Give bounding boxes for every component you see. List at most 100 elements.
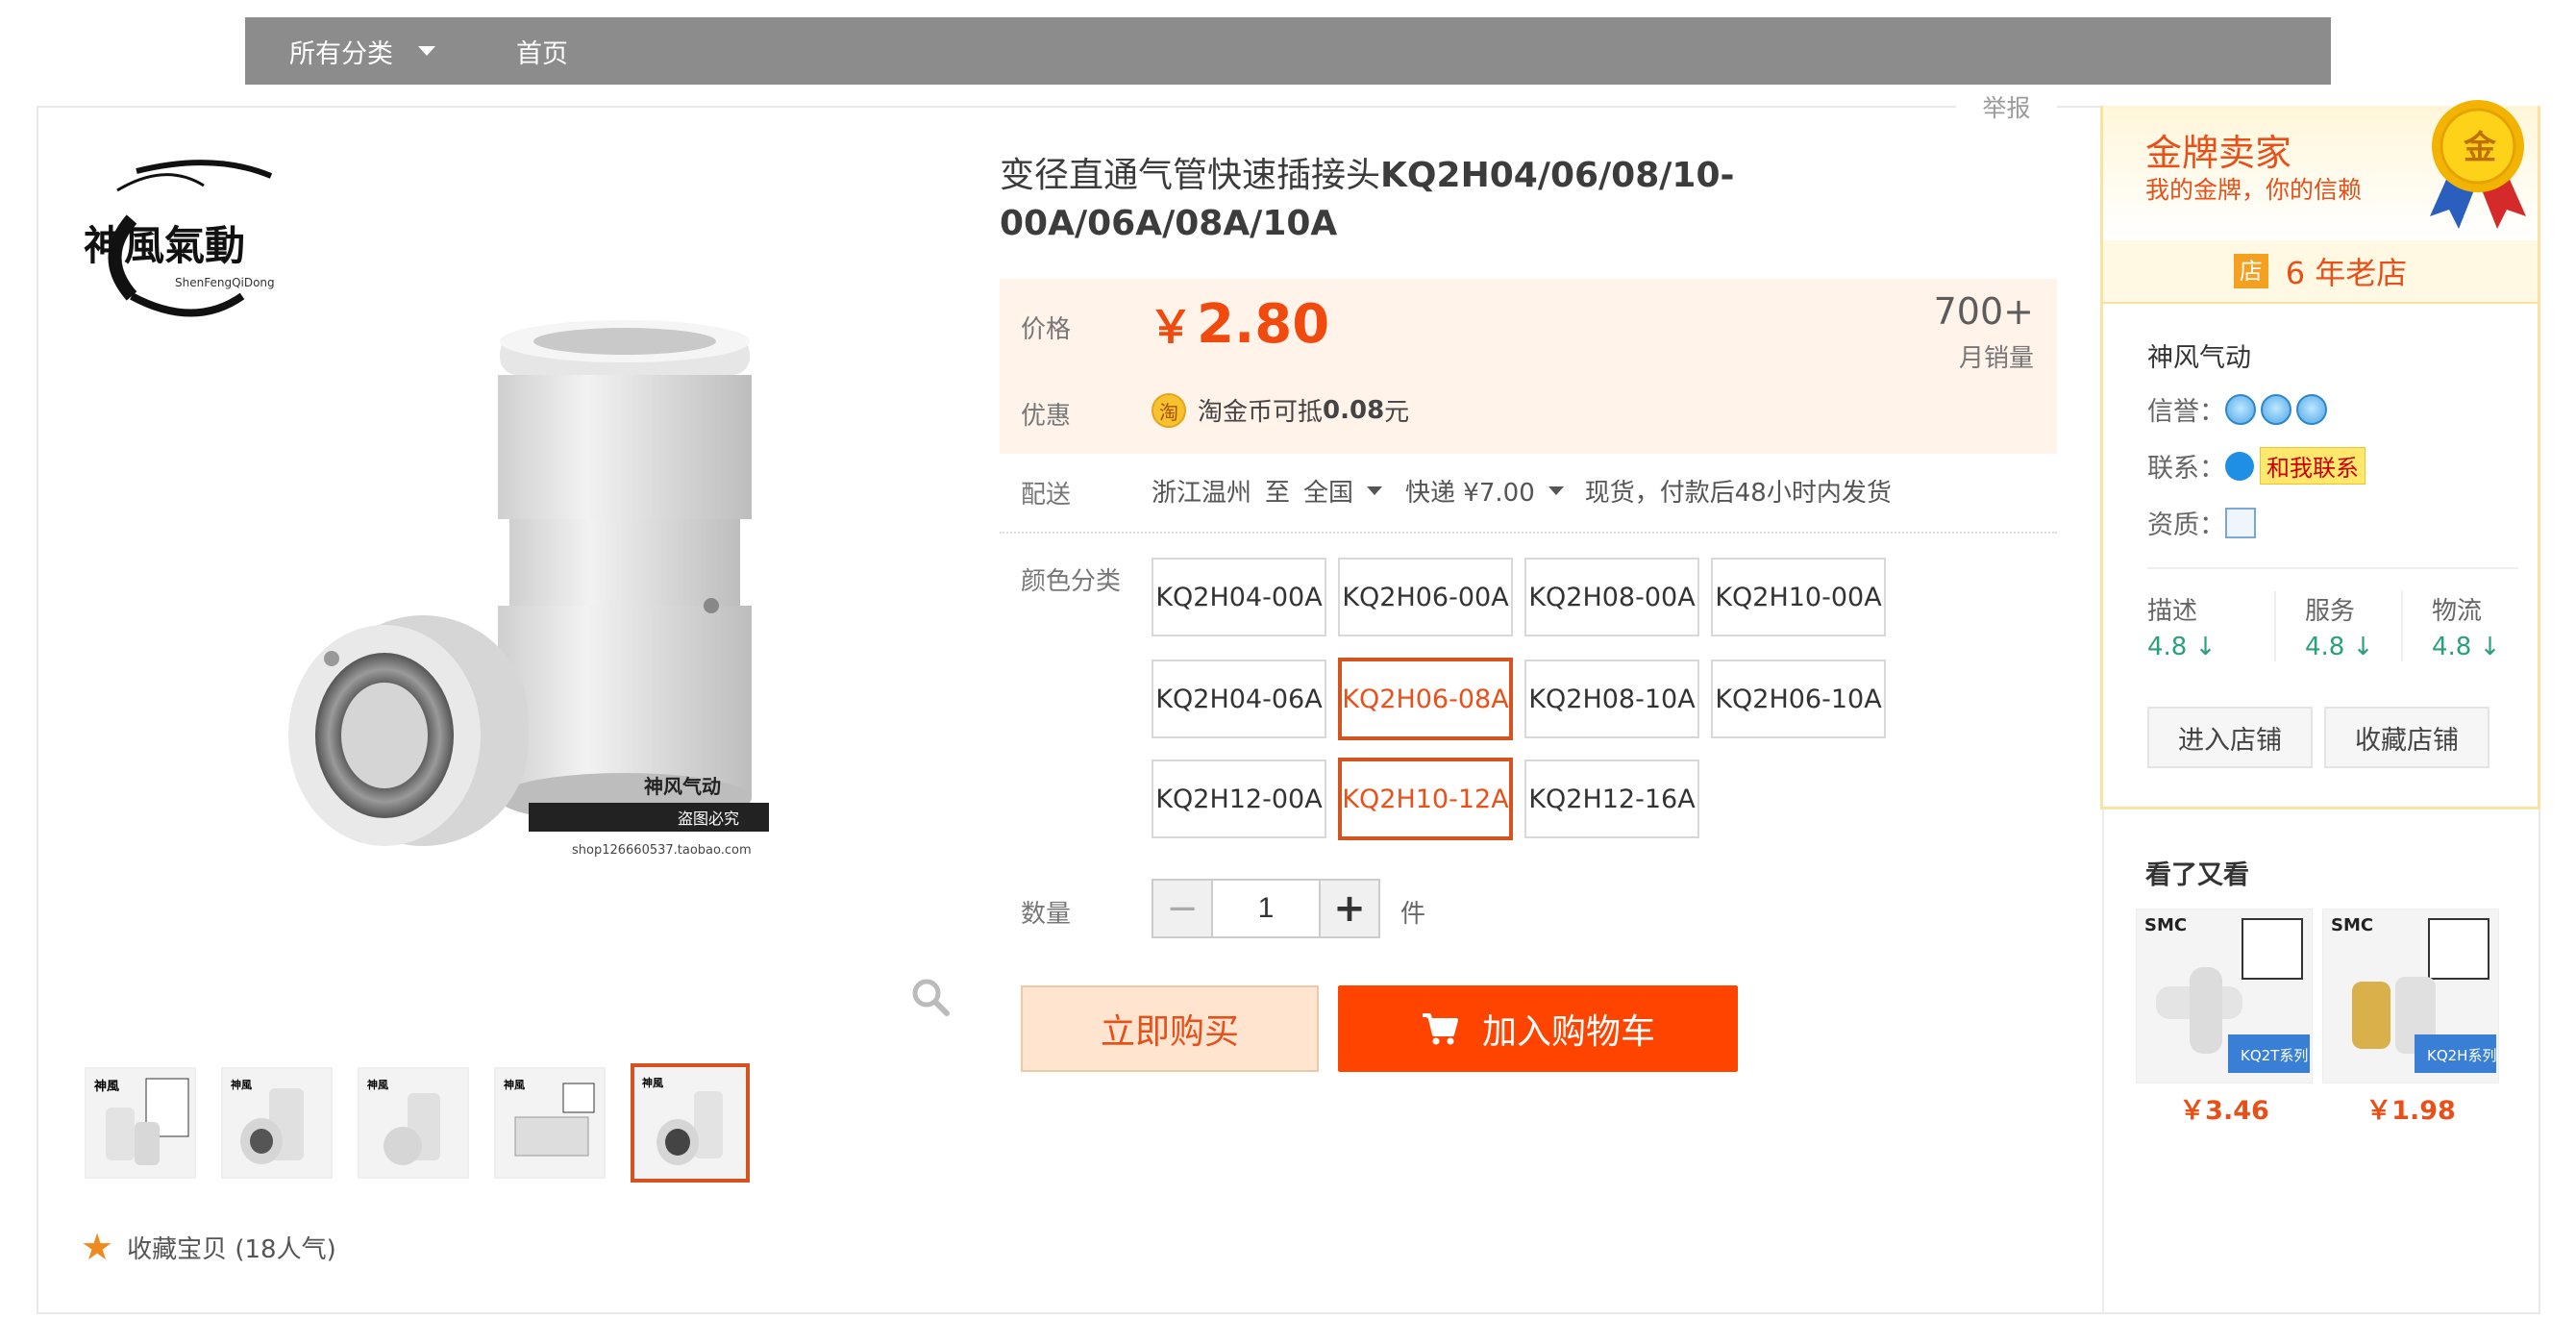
svg-text:神風: 神風 [504, 1078, 525, 1091]
favorite-item-button[interactable]: ★ 收藏宝贝 (18人气) [81, 1226, 336, 1268]
sku-option-selected[interactable]: KQ2H10-12A [1338, 758, 1513, 840]
thumbnail-5-selected[interactable]: 神風 [631, 1063, 750, 1183]
gold-seller-title: 金牌卖家 [2145, 132, 2292, 174]
logo-text-en: ShenFengQiDong [175, 276, 275, 289]
medal-text: 金 [2463, 129, 2497, 167]
sku-label: 颜色分类 [1021, 567, 1122, 596]
sku-option[interactable]: KQ2H08-10A [1524, 660, 1699, 738]
shipping-row: 配送 浙江温州 至 全国 快递 ¥7.00 现货，付款后48小时内发货 [1000, 471, 2057, 534]
price-value: ￥2.80 [1149, 293, 1330, 356]
enter-shop-button[interactable]: 进入店铺 [2147, 707, 2313, 768]
price-box: 价格 ￥2.80 700+ 月销量 优惠 淘 淘金币可抵 0.08 元 [1000, 279, 2057, 454]
divider [2147, 567, 2518, 569]
chevron-down-icon [1548, 486, 1564, 495]
sku-option[interactable]: KQ2H08-00A [1524, 558, 1699, 636]
image-watermark-warning: 盗图必究 [678, 809, 739, 828]
promo-text: 淘 淘金币可抵 0.08 元 [1152, 392, 1409, 428]
also-viewed-title: 看了又看 [2145, 860, 2249, 890]
quantity-decrease-button[interactable]: − [1153, 881, 1213, 936]
price-label: 价格 [1021, 315, 1072, 344]
also-viewed-price: ￥3.46 [2179, 1096, 2269, 1126]
score-service: 服务 4.8 ↓ [2274, 591, 2401, 661]
svg-text:SMC: SMC [2144, 915, 2187, 935]
sku-option[interactable]: KQ2H12-00A [1152, 760, 1326, 838]
promo-amount: 0.08 [1323, 395, 1385, 425]
add-to-cart-button[interactable]: 加入购物车 [1338, 985, 1738, 1072]
qualification-row: 资质： [2147, 504, 2256, 541]
chevron-down-icon [1367, 486, 1383, 495]
thumbnail-2[interactable]: 神風 [221, 1067, 333, 1179]
crown-icon [2225, 393, 2256, 425]
sku-option[interactable]: KQ2H10-00A [1711, 558, 1886, 636]
sku-option[interactable]: KQ2H12-16A [1524, 760, 1699, 838]
star-icon: ★ [81, 1226, 114, 1268]
product-title-prefix: 变径直通气管快速插接头 [1000, 156, 1381, 195]
thumbnail-strip: 神風 神風 神風 神風 神風 [85, 1063, 750, 1183]
svg-text:神風: 神風 [94, 1079, 119, 1094]
destination-dropdown[interactable]: 全国 [1303, 473, 1383, 509]
logo-text-cn: 神風氣動 [84, 222, 245, 269]
svg-text:KQ2H系列: KQ2H系列 [2427, 1047, 2496, 1064]
gold-seller-header: 金牌卖家 我的金牌，你的信赖 金 [2103, 100, 2538, 240]
product-main-image: 神风气动 盗图必究 shop126660537.taobao.com [288, 320, 769, 858]
svg-text:神風: 神風 [367, 1078, 388, 1091]
shopping-cart-icon [1422, 1013, 1458, 1045]
all-categories-menu[interactable]: 所有分类 [289, 33, 435, 70]
thumbnail-4[interactable]: 神風 [494, 1067, 606, 1179]
quantity-input[interactable] [1213, 881, 1319, 936]
shop-scores: 描述 4.8 ↓ 服务 4.8 ↓ 物流 4.8 ↓ [2147, 591, 2528, 661]
also-viewed-item[interactable]: SMC KQ2H系列 ￥1.98 [2322, 909, 2499, 1127]
quantity-increase-button[interactable]: + [1319, 881, 1378, 936]
svg-text:SMC: SMC [2331, 915, 2373, 935]
quantity-stepper: − + [1152, 879, 1380, 938]
shipping-origin: 浙江温州 [1152, 479, 1252, 508]
svg-text:神風: 神風 [642, 1076, 663, 1089]
sku-option[interactable]: KQ2H04-00A [1152, 558, 1326, 636]
gold-medal-icon: 金 [2430, 100, 2526, 229]
chevron-down-icon [418, 46, 435, 56]
shipping-to: 至 [1265, 479, 1291, 508]
top-navigation: 所有分类 首页 [245, 17, 2331, 85]
promo-label: 优惠 [1021, 402, 1072, 431]
also-viewed-image: SMC KQ2H系列 [2322, 909, 2499, 1083]
shipping-method-dropdown[interactable]: 快递 ¥7.00 [1405, 473, 1564, 509]
all-categories-label: 所有分类 [289, 38, 393, 69]
sku-option[interactable]: KQ2H06-00A [1338, 558, 1513, 636]
certificate-icon[interactable] [2225, 507, 2256, 538]
home-link[interactable]: 首页 [516, 33, 568, 70]
crown-icon [2296, 393, 2327, 425]
favorite-text: 收藏宝贝 (18人气) [127, 1234, 336, 1264]
product-title: 变径直通气管快速插接头KQ2H04/06/08/10-00A/06A/08A/1… [1000, 152, 2047, 248]
zoom-icon[interactable] [909, 976, 952, 1018]
contact-seller-button[interactable]: 和我联系 [2260, 447, 2365, 485]
sku-option[interactable]: KQ2H06-10A [1711, 660, 1886, 738]
wangwang-icon[interactable] [2225, 451, 2254, 481]
gold-seller-subtitle: 我的金牌，你的信赖 [2145, 176, 2363, 204]
taojinbi-coin-icon: 淘 [1152, 392, 1186, 428]
thumbnail-3[interactable]: 神風 [358, 1067, 469, 1179]
also-viewed-price: ￥1.98 [2365, 1096, 2456, 1126]
shop-name[interactable]: 神风气动 [2147, 336, 2251, 374]
crown-icon [2261, 393, 2291, 425]
report-link[interactable]: 举报 [1956, 92, 2057, 125]
seller-panel: 金牌卖家 我的金牌，你的信赖 金 店 6 年老店 神风气动 信誉： 联系： 和我… [2100, 100, 2540, 809]
quantity-unit: 件 [1400, 900, 1426, 929]
shop-age-text: 6 年老店 [2285, 255, 2408, 291]
buy-now-button[interactable]: 立即购买 [1021, 985, 1319, 1072]
thumbnail-1[interactable]: 神風 [85, 1067, 196, 1179]
shop-age: 店 6 年老店 [2103, 240, 2538, 304]
add-to-cart-label: 加入购物车 [1481, 1012, 1655, 1052]
monthly-sales-label: 月销量 [1958, 344, 2034, 373]
sku-option-selected[interactable]: KQ2H06-08A [1338, 658, 1513, 740]
shop-tag-icon: 店 [2233, 254, 2268, 288]
favorite-shop-button[interactable]: 收藏店铺 [2324, 707, 2489, 768]
image-watermark-brand: 神风气动 [644, 775, 721, 798]
contact-row: 联系： 和我联系 [2147, 447, 2365, 485]
svg-text:KQ2T系列: KQ2T系列 [2241, 1047, 2308, 1064]
image-watermark-url: shop126660537.taobao.com [572, 843, 752, 858]
delivery-note: 现货，付款后48小时内发货 [1584, 479, 1892, 508]
also-viewed-item[interactable]: SMC KQ2T系列 ￥3.46 [2136, 909, 2313, 1127]
svg-text:神風: 神風 [231, 1078, 252, 1091]
quantity-label: 数量 [1021, 900, 1072, 929]
sku-option[interactable]: KQ2H04-06A [1152, 660, 1326, 738]
